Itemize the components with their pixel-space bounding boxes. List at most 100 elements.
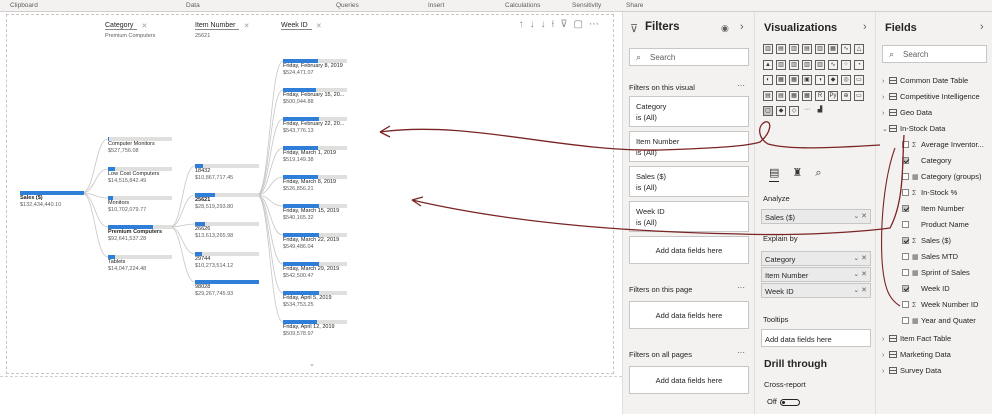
filter-card-sales[interactable]: Sales ($) is (All) xyxy=(629,166,749,197)
visual-type-icon[interactable]: ▥ xyxy=(763,44,773,54)
collapse-pane-icon[interactable]: › xyxy=(863,21,867,33)
collapse-pane-icon[interactable]: › xyxy=(740,21,744,33)
more-options-icon[interactable]: ⋯ xyxy=(589,19,605,30)
visual-type-icon[interactable]: ▣ xyxy=(802,75,812,85)
tree-node[interactable]: Premium Computers $92,641,537.28 xyxy=(108,225,172,242)
tree-node[interactable]: Friday, March 22, 2019 $549,486.04 xyxy=(283,233,347,250)
tree-node[interactable]: Sales ($) $132,434,440.10 xyxy=(20,191,84,208)
field-table[interactable]: › Survey Data xyxy=(882,366,941,375)
report-canvas[interactable]: ↑↓↓⍿⊽▢⋯ Category ✕ Premium Computers Item… xyxy=(0,12,622,414)
analytics-magnifier-icon[interactable]: ⌕ xyxy=(815,167,821,179)
field-checkbox[interactable] xyxy=(902,157,909,164)
visual-type-icon[interactable]: ▲ xyxy=(763,59,773,70)
field-item[interactable]: Σ Average Inventor... xyxy=(902,140,984,149)
filter-card-category[interactable]: Category is (All) xyxy=(629,96,749,127)
field-table[interactable]: › Competitive Intelligence xyxy=(882,92,980,101)
filters-search-input[interactable]: ⌕ Search xyxy=(629,48,749,66)
visual-type-icon[interactable]: ▤ xyxy=(776,90,786,101)
tree-node[interactable]: Friday, March 8, 2019 $526,856.21 xyxy=(283,175,347,192)
visual-type-icon[interactable]: ▥ xyxy=(776,59,786,70)
visual-type-icon[interactable]: ◔ xyxy=(854,59,864,70)
tree-node[interactable]: Friday, February 15, 20... $500,044.88 xyxy=(283,88,347,105)
tree-node[interactable]: Tablets $14,047,224.48 xyxy=(108,255,172,272)
visual-type-icon[interactable]: Py xyxy=(828,90,838,101)
visual-type-icon[interactable]: ▤ xyxy=(802,44,812,54)
visual-type-icon[interactable]: ▦ xyxy=(776,75,786,85)
tree-node[interactable]: Friday, April 5, 2019 $534,753.25 xyxy=(283,291,347,308)
field-checkbox[interactable] xyxy=(902,253,909,260)
chevron-right-icon[interactable]: › xyxy=(882,352,889,359)
visual-type-icon[interactable]: ∿ xyxy=(828,59,838,70)
eye-icon[interactable]: ◉ xyxy=(721,23,729,34)
visual-type-icon[interactable]: ◇ xyxy=(789,106,799,116)
tree-node[interactable]: Friday, April 12, 2019 $509,578.97 xyxy=(283,320,347,337)
collapse-pane-icon[interactable]: › xyxy=(980,21,984,33)
visual-type-icon[interactable]: ▦ xyxy=(802,90,812,101)
cross-report-toggle[interactable]: Off xyxy=(767,397,800,406)
chevron-right-icon[interactable]: › xyxy=(882,336,889,343)
field-checkbox[interactable] xyxy=(902,285,909,292)
field-table[interactable]: › Common Date Table xyxy=(882,76,968,85)
field-table[interactable]: ⌄ In-Stock Data xyxy=(882,124,945,133)
visual-type-icon[interactable]: ▟ xyxy=(815,106,825,116)
explain-by-field-item-number[interactable]: Item Number ⌄ ✕ xyxy=(761,267,871,282)
more-visuals-icon[interactable]: ⋯ xyxy=(802,106,812,116)
more-options-icon[interactable]: ⋯ xyxy=(737,283,745,292)
field-checkbox[interactable] xyxy=(902,205,909,212)
field-item[interactable]: Item Number xyxy=(902,204,964,213)
field-checkbox[interactable] xyxy=(902,237,909,244)
drill-up-icon[interactable]: ↑ xyxy=(519,19,530,30)
visual-type-icon[interactable]: ▥ xyxy=(789,44,799,54)
field-item[interactable]: Product Name xyxy=(902,220,969,229)
field-checkbox[interactable] xyxy=(902,317,909,324)
remove-level-icon[interactable]: ✕ xyxy=(244,22,250,30)
visual-type-icon[interactable]: ▦ xyxy=(828,44,838,54)
more-options-icon[interactable]: ⋯ xyxy=(737,348,745,357)
filters-all-pages-dropzone[interactable]: Add data fields here xyxy=(629,366,749,394)
field-item[interactable]: Category xyxy=(902,156,951,165)
visual-type-icon[interactable]: R xyxy=(815,90,825,101)
format-paint-roller-icon[interactable]: ♜ xyxy=(792,167,802,179)
visual-type-icon[interactable]: ▭ xyxy=(854,90,864,101)
dropdown-and-remove-icons[interactable]: ⌄ ✕ xyxy=(853,270,867,278)
tree-node[interactable]: Friday, March 15, 2019 $540,165.32 xyxy=(283,204,347,221)
chevron-right-icon[interactable]: › xyxy=(882,94,889,101)
field-item[interactable]: ▦ Year and Quater xyxy=(902,316,976,325)
field-item[interactable]: ▦ Sales MTD xyxy=(902,252,958,261)
visual-type-icon[interactable]: ▭ xyxy=(854,75,864,85)
tree-node[interactable]: Computer Monitors $527,756.08 xyxy=(108,137,172,154)
field-checkbox[interactable] xyxy=(902,269,909,276)
field-item[interactable]: Σ Sales ($) xyxy=(902,236,951,245)
analyze-field-well[interactable]: Sales ($) ⌄ ✕ xyxy=(761,209,871,224)
visual-type-icon[interactable]: ◎ xyxy=(841,75,851,85)
filter-card-week-id[interactable]: Week ID is (All) xyxy=(629,201,749,232)
decomposition-tree-visual[interactable]: ↑↓↓⍿⊽▢⋯ Category ✕ Premium Computers Item… xyxy=(6,14,614,374)
field-table[interactable]: › Geo Data xyxy=(882,108,932,117)
visual-type-icon[interactable]: ▤ xyxy=(763,90,773,101)
visual-type-icon[interactable]: ⁘ xyxy=(841,59,851,70)
tree-node[interactable]: Low Cost Computers $14,515,842.49 xyxy=(108,167,172,184)
visual-type-icon[interactable]: ▤ xyxy=(776,44,786,54)
chevron-right-icon[interactable]: › xyxy=(882,78,889,85)
visual-type-icon[interactable]: ◆ xyxy=(828,75,838,85)
field-checkbox[interactable] xyxy=(902,173,909,180)
visual-type-icon[interactable]: ⊕ xyxy=(841,90,851,101)
dropdown-and-remove-icons[interactable]: ⌄ ✕ xyxy=(853,212,867,220)
fields-search-input[interactable]: ⌕ Search xyxy=(882,45,987,63)
decomposition-tree-visual-icon[interactable]: ▢ xyxy=(763,106,773,116)
filters-page-dropzone[interactable]: Add data fields here xyxy=(629,301,749,329)
visual-type-icon[interactable]: ▥ xyxy=(789,59,799,70)
visual-type-icon[interactable]: ▥ xyxy=(815,59,825,70)
field-item[interactable]: Σ In-Stock % xyxy=(902,188,957,197)
field-checkbox[interactable] xyxy=(902,301,909,308)
visual-type-icon[interactable]: ▥ xyxy=(802,59,812,70)
tree-node[interactable]: 29744 $10,273,514.12 xyxy=(195,252,259,269)
visual-type-icon[interactable]: ▦ xyxy=(789,90,799,101)
filter-card-item-number[interactable]: Item Number is (All) xyxy=(629,131,749,162)
field-table[interactable]: › Marketing Data xyxy=(882,350,951,359)
visual-type-icon[interactable]: ▦ xyxy=(789,75,799,85)
explain-by-field-category[interactable]: Category ⌄ ✕ xyxy=(761,251,871,266)
remove-level-icon[interactable]: ✕ xyxy=(142,22,148,30)
visual-type-icon[interactable]: ◆ xyxy=(776,106,786,116)
tree-node[interactable]: Friday, February 22, 20... $543,776.13 xyxy=(283,117,347,134)
